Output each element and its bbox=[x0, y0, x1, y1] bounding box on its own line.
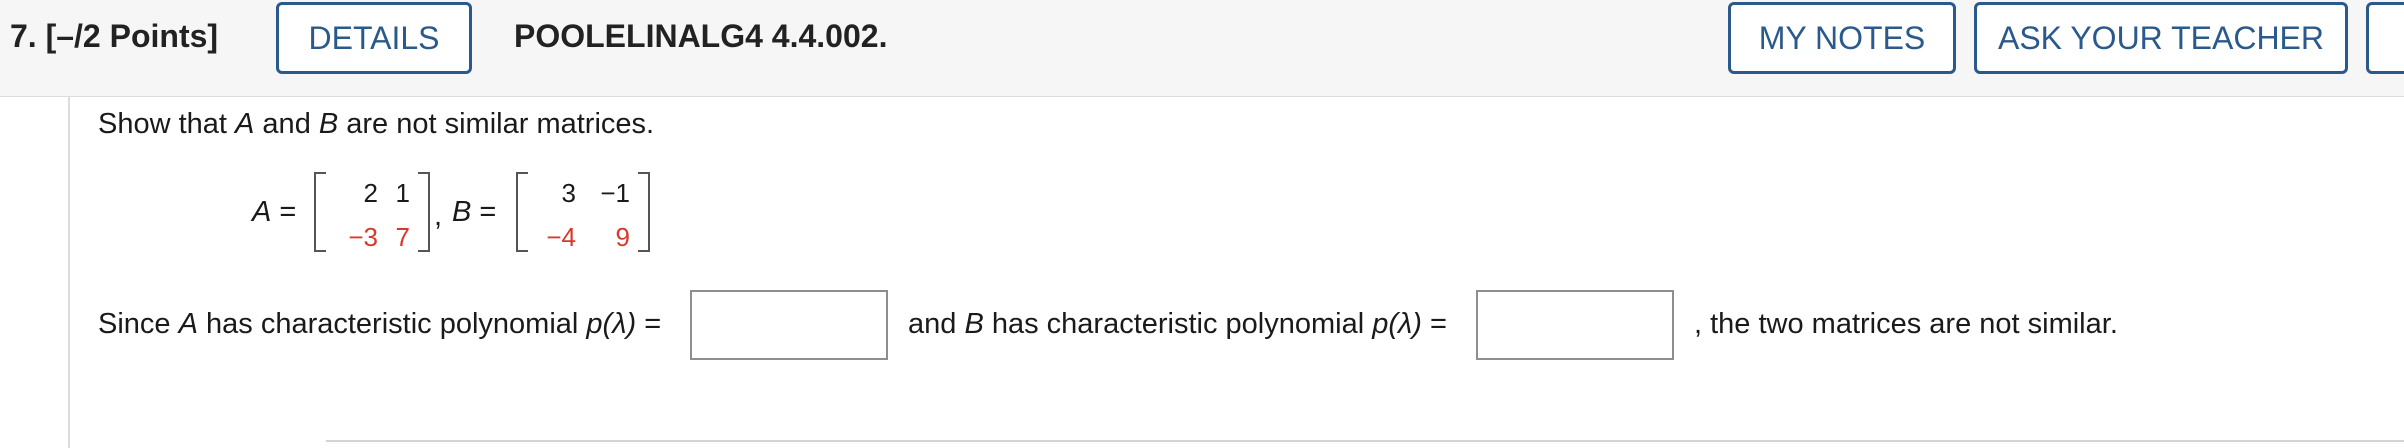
prompt-var-b: B bbox=[318, 108, 339, 140]
matrix-a-cell: −3 bbox=[348, 222, 378, 252]
matrix-b-equals: = bbox=[479, 196, 497, 228]
matrix-b-cell: −1 bbox=[600, 178, 630, 208]
problem-id: POOLELINALG4 4.4.002. bbox=[514, 18, 888, 54]
poly-symbol: p(λ) bbox=[586, 308, 637, 340]
my-notes-button[interactable]: MY NOTES bbox=[1728, 2, 1956, 74]
and-text: and bbox=[908, 308, 965, 340]
has-poly-text: has characteristic polynomial bbox=[983, 308, 1373, 340]
more-button[interactable] bbox=[2366, 2, 2404, 74]
since-a-text: Since A has characteristic polynomial p(… bbox=[98, 308, 661, 341]
section-divider bbox=[326, 440, 2404, 442]
matrix-b-left-bracket bbox=[516, 172, 528, 252]
points-label: [–/2 Points] bbox=[45, 18, 219, 54]
question-index: 7. bbox=[10, 18, 37, 54]
conclusion-text: , the two matrices are not similar. bbox=[1694, 308, 2118, 340]
matrix-b-right-bracket bbox=[638, 172, 650, 252]
matrix-a-cell: 2 bbox=[363, 178, 378, 208]
char-poly-b-input[interactable] bbox=[1476, 290, 1674, 360]
ask-teacher-button[interactable]: ASK YOUR TEACHER bbox=[1974, 2, 2348, 74]
line-var-b: B bbox=[964, 308, 984, 340]
matrix-b-name: B bbox=[452, 196, 472, 228]
matrix-a-label: A = bbox=[252, 196, 296, 229]
question-header: 7. [–/2 Points] DETAILS POOLELINALG4 4.4… bbox=[0, 0, 2404, 97]
line-var-a: A bbox=[178, 308, 198, 340]
matrix-b-cell: 3 bbox=[561, 178, 576, 208]
question-number: 7. [–/2 Points] bbox=[10, 18, 218, 55]
poly-equals: = bbox=[1430, 308, 1447, 340]
prompt-text-1: Show that bbox=[98, 108, 236, 140]
matrix-a-cell: 1 bbox=[395, 178, 410, 208]
matrix-a-cell: 7 bbox=[395, 222, 410, 252]
matrix-a-right-bracket bbox=[418, 172, 430, 252]
prompt-text-3: are not similar matrices. bbox=[338, 108, 655, 140]
matrix-b-cell: −4 bbox=[546, 222, 576, 252]
prompt-text-2: and bbox=[254, 108, 319, 140]
matrix-a-equals: = bbox=[279, 196, 297, 228]
matrix-a-left-bracket bbox=[314, 172, 326, 252]
matrix-b-label: B = bbox=[452, 196, 496, 229]
question-divider bbox=[68, 97, 70, 448]
matrix-a-name: A bbox=[252, 196, 272, 228]
has-poly-text: has characteristic polynomial bbox=[197, 308, 587, 340]
and-b-text: and B has characteristic polynomial p(λ)… bbox=[908, 308, 1447, 341]
since-text: Since bbox=[98, 308, 179, 340]
char-poly-a-input[interactable] bbox=[690, 290, 888, 360]
matrix-b-cell: 9 bbox=[615, 222, 630, 252]
question-prompt: Show that A and B are not similar matric… bbox=[98, 108, 654, 141]
poly-equals: = bbox=[644, 308, 662, 340]
matrix-separator: , bbox=[434, 200, 443, 232]
prompt-var-a: A bbox=[235, 108, 255, 140]
poly-symbol: p(λ) bbox=[1372, 308, 1422, 340]
details-button[interactable]: DETAILS bbox=[276, 2, 472, 74]
